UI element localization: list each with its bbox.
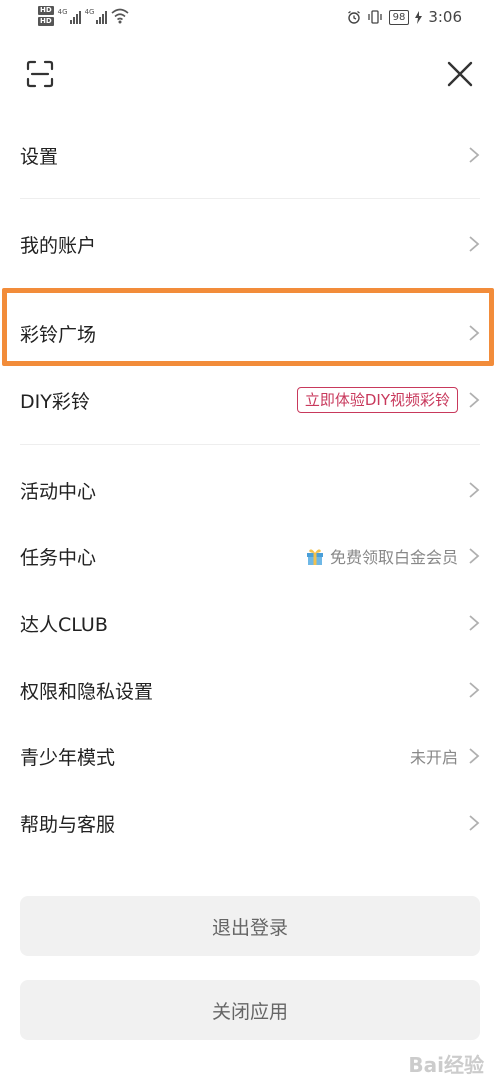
status-right: 98 3:06 bbox=[347, 8, 462, 26]
menu-item-club[interactable]: 达人CLUB bbox=[20, 604, 480, 642]
menu-item-label: 帮助与客服 bbox=[20, 813, 116, 836]
menu-item-right: 立即体验DIY视频彩铃 bbox=[296, 387, 480, 413]
chevron-right-icon bbox=[469, 615, 480, 631]
diy-promo-badge[interactable]: 立即体验DIY视频彩铃 bbox=[296, 387, 458, 413]
menu-item-right bbox=[468, 481, 480, 499]
network-label: 4G bbox=[57, 8, 68, 16]
menu-item-label: 达人CLUB bbox=[20, 613, 108, 636]
menu-item-youth-mode[interactable]: 青少年模式 未开启 bbox=[20, 737, 480, 775]
status-left: HD HD 4G 4G bbox=[38, 6, 129, 26]
menu-item-privacy[interactable]: 权限和隐私设置 bbox=[20, 671, 480, 709]
vibrate-icon bbox=[367, 10, 382, 24]
hd-badge: HD bbox=[38, 17, 54, 26]
menu-item-label: 我的账户 bbox=[20, 234, 97, 257]
hd-badge: HD bbox=[38, 6, 54, 15]
menu-item-right bbox=[468, 146, 480, 164]
menu-item-label: 设置 bbox=[20, 145, 59, 168]
watermark: Bai经验 bbox=[408, 1053, 484, 1077]
menu-item-task-center[interactable]: 任务中心 免费领取白金会员 bbox=[20, 537, 480, 575]
logout-button[interactable]: 退出登录 bbox=[20, 896, 480, 956]
task-hint: 免费领取白金会员 bbox=[305, 544, 458, 568]
status-bar: HD HD 4G 4G 98 3:06 bbox=[0, 0, 500, 40]
chevron-right-icon bbox=[469, 548, 480, 564]
battery-level: 98 bbox=[388, 9, 410, 25]
status-time: 3:06 bbox=[428, 8, 462, 26]
highlight-frame bbox=[2, 288, 494, 366]
signal-icon: 4G bbox=[58, 8, 81, 24]
chevron-right-icon bbox=[469, 392, 480, 408]
chevron-right-icon bbox=[469, 236, 480, 252]
menu-item-right bbox=[468, 814, 480, 832]
chevron-right-icon bbox=[469, 748, 480, 764]
scan-icon[interactable] bbox=[26, 60, 54, 88]
menu-item-right: 免费领取白金会员 bbox=[305, 544, 480, 568]
header bbox=[0, 52, 500, 98]
menu-item-diy-ringtone[interactable]: DIY彩铃 立即体验DIY视频彩铃 bbox=[20, 381, 480, 419]
chevron-right-icon bbox=[469, 815, 480, 831]
menu-item-label: 青少年模式 bbox=[20, 746, 116, 769]
chevron-right-icon bbox=[469, 147, 480, 163]
menu-item-activity-center[interactable]: 活动中心 bbox=[20, 471, 480, 509]
youth-mode-status: 未开启 bbox=[409, 748, 458, 767]
hd-indicators: HD HD bbox=[38, 6, 54, 26]
network-label: 4G bbox=[84, 8, 95, 16]
menu-item-help[interactable]: 帮助与客服 bbox=[20, 804, 480, 842]
signal-icon: 4G bbox=[85, 8, 108, 24]
alarm-icon bbox=[347, 10, 360, 24]
menu-item-right bbox=[468, 681, 480, 699]
menu-item-label: 活动中心 bbox=[20, 480, 97, 503]
task-hint-text: 免费领取白金会员 bbox=[329, 548, 458, 567]
menu-item-label: 任务中心 bbox=[20, 546, 97, 569]
menu-item-label: DIY彩铃 bbox=[20, 390, 90, 413]
menu-item-label: 权限和隐私设置 bbox=[20, 680, 154, 703]
divider bbox=[20, 198, 480, 199]
close-app-button[interactable]: 关闭应用 bbox=[20, 980, 480, 1040]
menu-item-right: 未开启 bbox=[410, 744, 480, 768]
divider bbox=[20, 444, 480, 445]
close-icon[interactable] bbox=[444, 58, 476, 90]
menu-item-right bbox=[468, 614, 480, 632]
gift-icon bbox=[306, 549, 323, 565]
chevron-right-icon bbox=[469, 482, 480, 498]
menu-item-settings[interactable]: 设置 bbox=[20, 136, 480, 174]
menu-item-account[interactable]: 我的账户 bbox=[20, 225, 480, 263]
chevron-right-icon bbox=[469, 682, 480, 698]
wifi-icon bbox=[111, 8, 129, 24]
charging-icon bbox=[415, 10, 423, 24]
menu-item-right bbox=[468, 235, 480, 253]
